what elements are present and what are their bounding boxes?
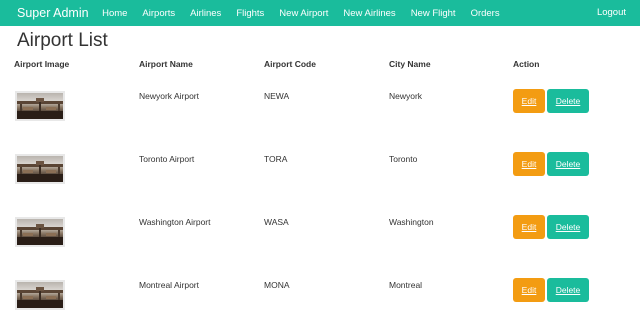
- nav-orders[interactable]: Orders: [463, 8, 507, 19]
- airport-image: [15, 280, 65, 310]
- airport-code: WASA: [264, 217, 289, 227]
- nav-airlines[interactable]: Airlines: [183, 8, 229, 19]
- navbar: Super Admin Home Airports Airlines Fligh…: [0, 0, 640, 26]
- nav-flights[interactable]: Flights: [229, 8, 272, 19]
- nav-new-airport[interactable]: New Airport: [272, 8, 336, 19]
- nav-airports[interactable]: Airports: [135, 8, 183, 19]
- airport-name: Newyork Airport: [139, 91, 199, 101]
- city-name: Toronto: [389, 154, 418, 164]
- airport-image: [15, 91, 65, 121]
- airport-image: [15, 154, 65, 184]
- nav-new-flight[interactable]: New Flight: [403, 8, 463, 19]
- delete-button[interactable]: Delete: [547, 152, 589, 176]
- airport-name: Montreal Airport: [139, 280, 199, 290]
- delete-button[interactable]: Delete: [547, 215, 589, 239]
- table-row: Toronto Airport TORA Toronto Edit Delete: [0, 139, 640, 202]
- edit-button[interactable]: Edit: [513, 278, 545, 302]
- header-city-name: City Name: [389, 59, 431, 69]
- delete-button[interactable]: Delete: [547, 89, 589, 113]
- header-airport-code: Airport Code: [264, 59, 316, 69]
- logout-link[interactable]: Logout: [597, 0, 626, 26]
- header-airport-name: Airport Name: [139, 59, 193, 69]
- nav-home[interactable]: Home: [95, 8, 135, 19]
- airport-code: TORA: [264, 154, 288, 164]
- city-name: Newyork: [389, 91, 423, 101]
- header-action: Action: [513, 59, 540, 69]
- city-name: Montreal: [389, 280, 423, 290]
- brand-link[interactable]: Super Admin: [17, 6, 89, 20]
- edit-button[interactable]: Edit: [513, 89, 545, 113]
- page-title: Airport List: [17, 30, 108, 51]
- airport-image: [15, 217, 65, 247]
- nav-menu: Home Airports Airlines Flights New Airpo…: [95, 8, 508, 19]
- table-row: Montreal Airport MONA Montreal Edit Dele…: [0, 265, 640, 317]
- airport-name: Washington Airport: [139, 217, 211, 227]
- header-airport-image: Airport Image: [14, 59, 70, 69]
- airport-name: Toronto Airport: [139, 154, 195, 164]
- airport-code: MONA: [264, 280, 290, 290]
- airport-code: NEWA: [264, 91, 290, 101]
- edit-button[interactable]: Edit: [513, 215, 545, 239]
- edit-button[interactable]: Edit: [513, 152, 545, 176]
- nav-new-airlines[interactable]: New Airlines: [336, 8, 403, 19]
- city-name: Washington: [389, 217, 434, 227]
- delete-button[interactable]: Delete: [547, 278, 589, 302]
- table-row: Washington Airport WASA Washington Edit …: [0, 202, 640, 265]
- table-row: Newyork Airport NEWA Newyork Edit Delete: [0, 76, 640, 139]
